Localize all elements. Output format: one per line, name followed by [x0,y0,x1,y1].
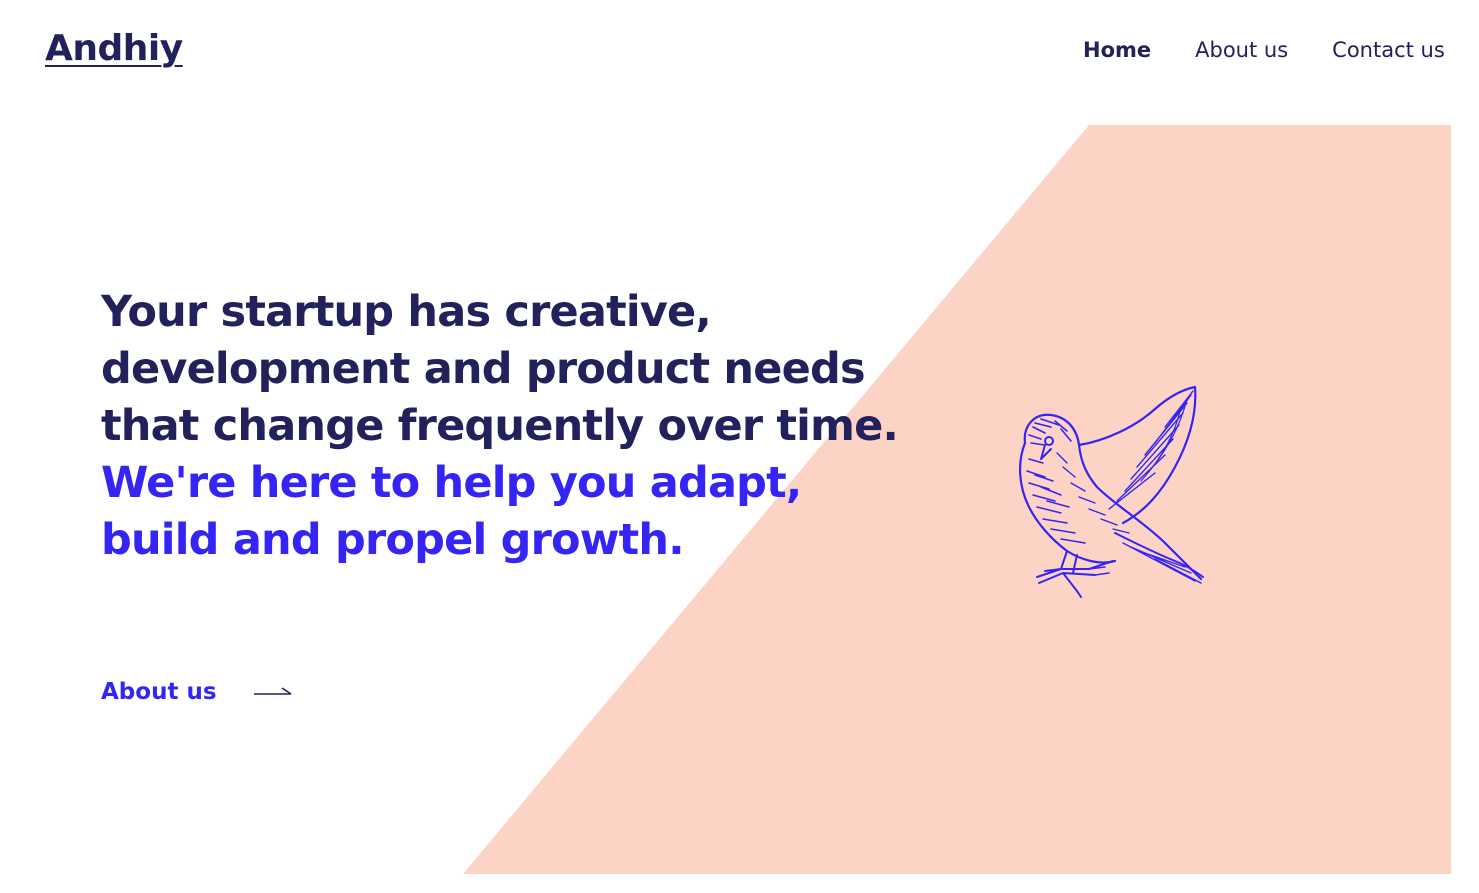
nav-item-contact-us[interactable]: Contact us [1332,38,1445,62]
hero-line-1: Your startup has creative, [101,287,712,337]
hero-line-5: build and propel growth. [101,515,685,565]
main-nav: Home About us Contact us [1083,38,1445,62]
arrow-right-icon [253,687,291,695]
about-us-link-label: About us [101,679,217,705]
nav-item-about-us[interactable]: About us [1195,38,1288,62]
site-logo[interactable]: Andhiy [45,28,183,69]
hero-line-4: We're here to help you adapt, [101,458,802,508]
about-us-link[interactable]: About us [101,679,293,705]
bird-illustration [1018,385,1204,598]
hero-line-3: that change frequently over time. [101,401,899,451]
site-header: Andhiy Home About us Contact us [0,0,1479,110]
hero-heading: Your startup has creative, development a… [101,284,899,569]
hero-line-2: development and product needs [101,344,866,394]
nav-item-home[interactable]: Home [1083,38,1151,62]
